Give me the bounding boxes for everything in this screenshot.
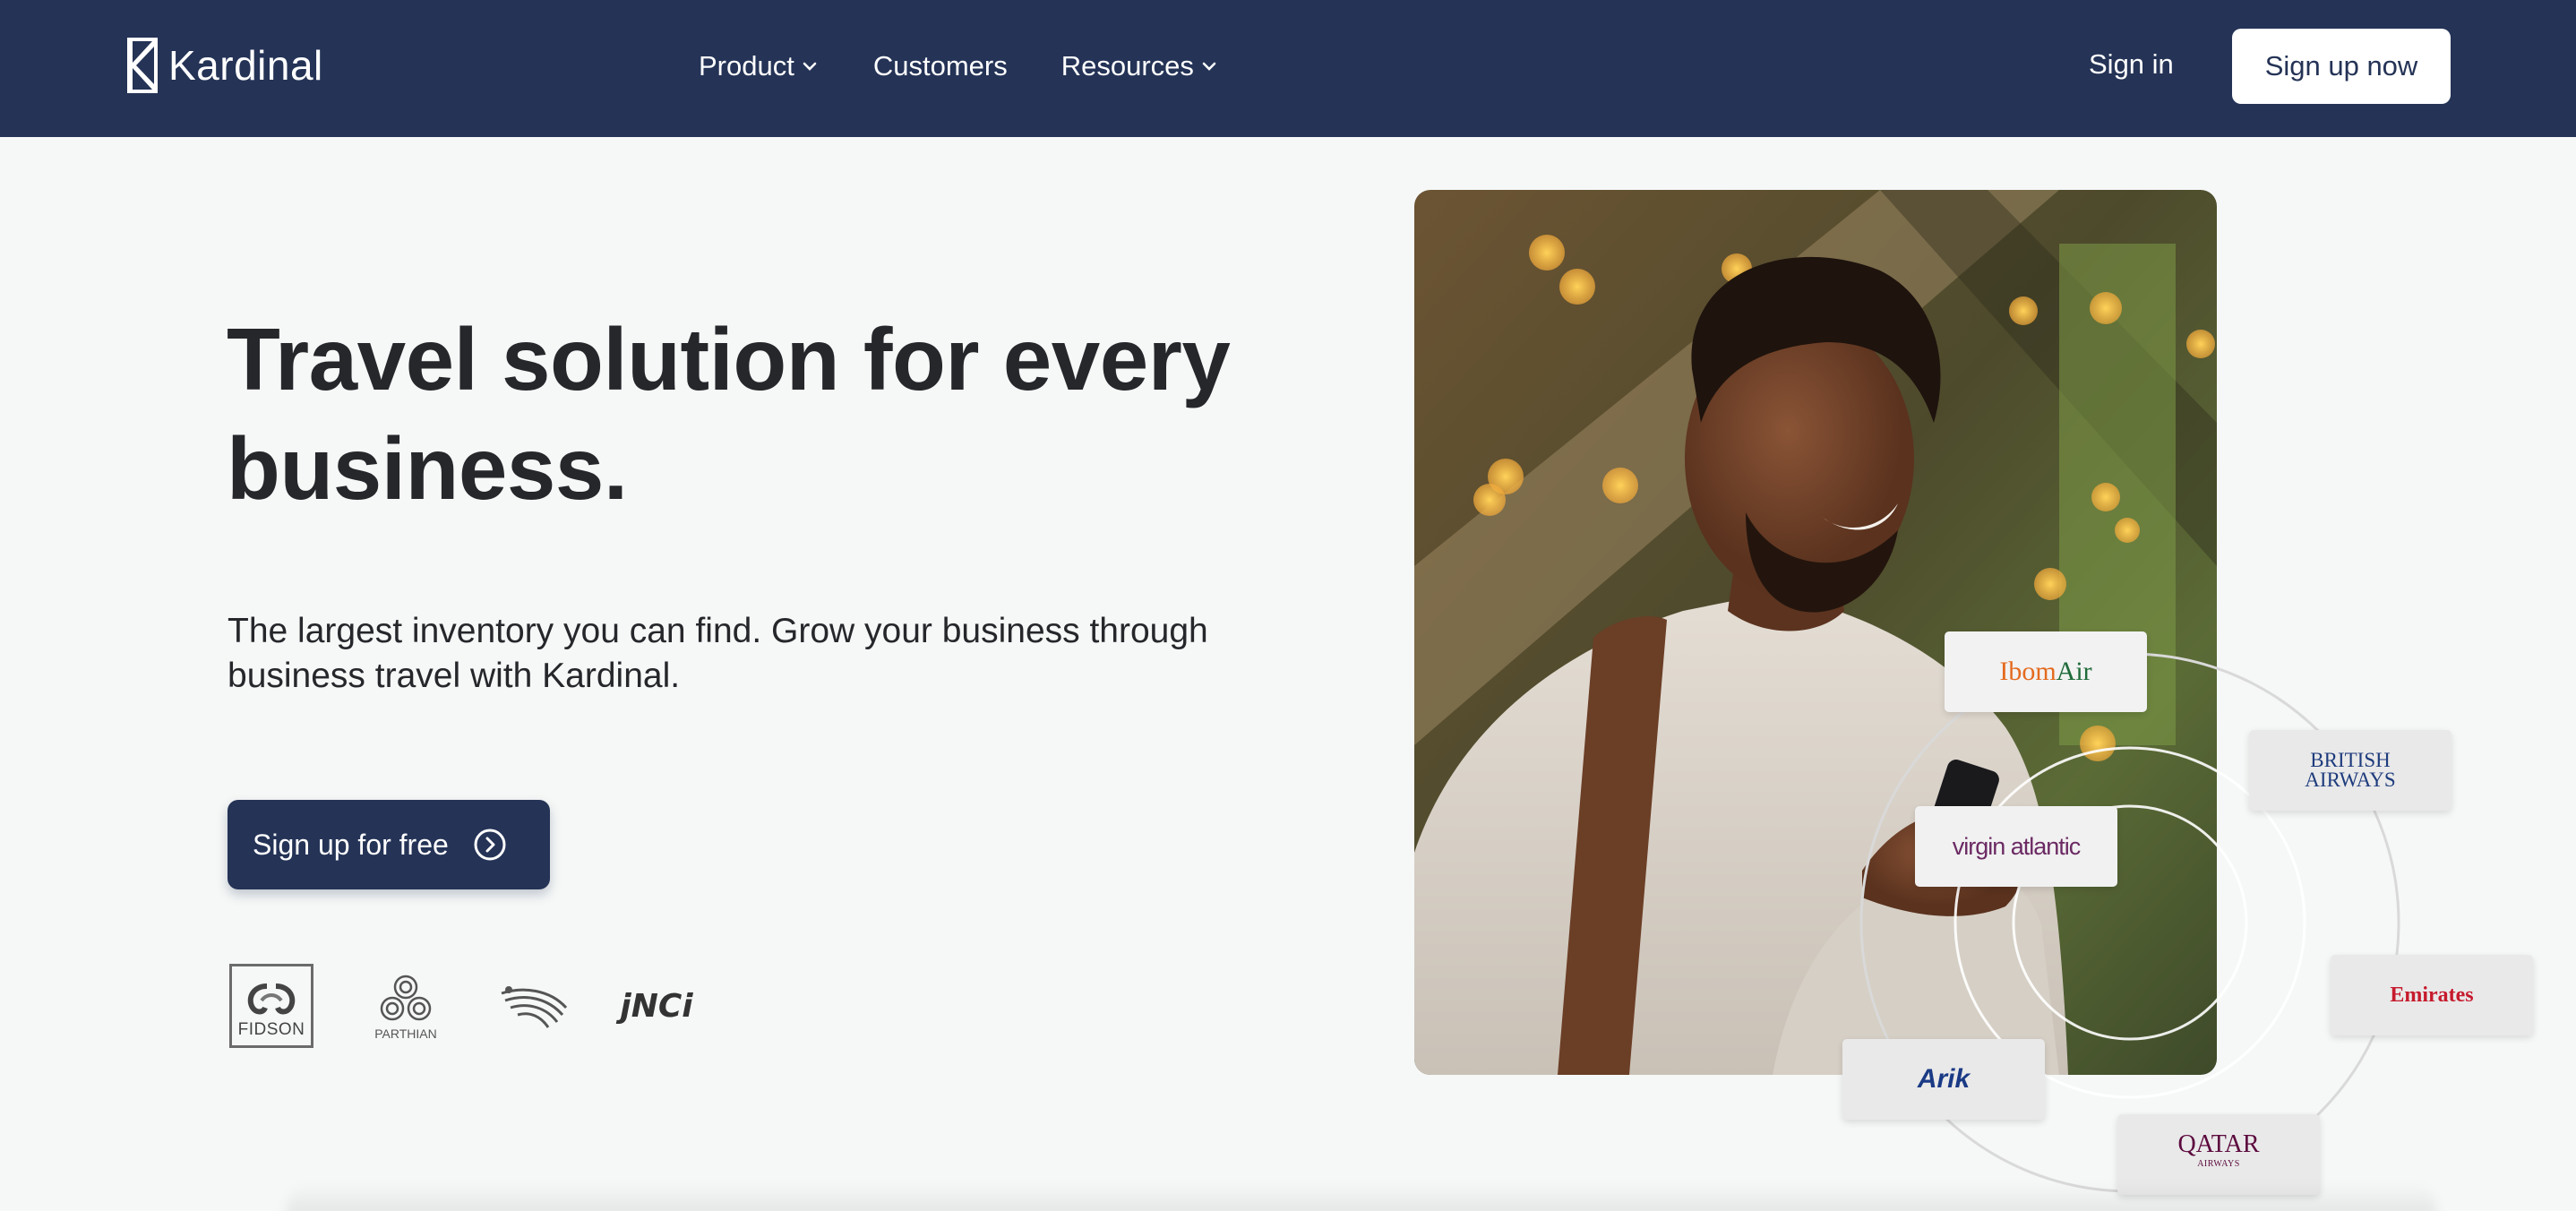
emirates-label: Emirates [2390, 983, 2474, 1007]
qatar-airways-label: QATAR AIRWAYS [2177, 1130, 2260, 1170]
emirates-logo: Emirates [2331, 955, 2533, 1035]
eagle-logo [494, 963, 573, 1049]
kardinal-logo-icon [127, 38, 158, 93]
sign-up-now-button[interactable]: Sign up now [2232, 29, 2451, 104]
chevron-down-icon [803, 62, 817, 71]
fidson-swirl-icon [247, 983, 296, 1015]
british-airways-logo: BRITISH AIRWAYS [2249, 730, 2451, 811]
nav-product[interactable]: Product [699, 50, 818, 82]
top-navbar: Kardinal Product Customers Resources Sig… [0, 0, 2576, 137]
arik-label: Arik [1917, 1064, 1971, 1094]
jnci-logo: jNCi [618, 963, 695, 1049]
cta-label: Sign up for free [253, 828, 449, 861]
nav-resources-label: Resources [1060, 50, 1194, 82]
client-logos: FIDSON PARTHIAN jNCi [229, 963, 695, 1049]
fidson-logo: FIDSON [229, 964, 313, 1048]
nav-product-label: Product [699, 50, 794, 82]
nav-customers-label: Customers [872, 50, 1008, 82]
triskelion-icon [380, 975, 432, 1021]
chevron-down-icon [1202, 62, 1216, 71]
sign-up-free-button[interactable]: Sign up for free [228, 800, 550, 889]
circle-chevron-right-icon [474, 829, 506, 861]
virgin-atlantic-label: virgin atlantic [1952, 832, 2082, 860]
hero-subtext: The largest inventory you can find. Grow… [228, 612, 1208, 695]
hero-headline: Travel solution for every business. [227, 310, 1231, 518]
brand-logo[interactable]: Kardinal [127, 38, 323, 93]
parthian-label: PARTHIAN [374, 1026, 437, 1041]
british-airways-label: BRITISH AIRWAYS [2305, 749, 2396, 791]
jnci-label: jNCi [620, 987, 693, 1025]
fidson-label: FIDSON [237, 1020, 305, 1039]
eagle-wing-icon [501, 986, 568, 1028]
nav-resources[interactable]: Resources [1061, 50, 1217, 82]
section-card-edge [287, 1182, 2436, 1211]
arik-air-logo: Arik [1842, 1039, 2045, 1120]
parthian-logo: PARTHIAN [367, 963, 444, 1049]
sign-in-link[interactable]: Sign in [2089, 48, 2174, 81]
ibom-air-label: IbomAir [1999, 657, 2092, 686]
virgin-atlantic-logo: virgin atlantic [1915, 806, 2117, 887]
main-nav: Product Customers Resources [699, 45, 1273, 88]
nav-customers[interactable]: Customers [873, 50, 1008, 82]
ibom-air-logo: IbomAir [1945, 631, 2147, 712]
brand-name: Kardinal [168, 42, 323, 89]
